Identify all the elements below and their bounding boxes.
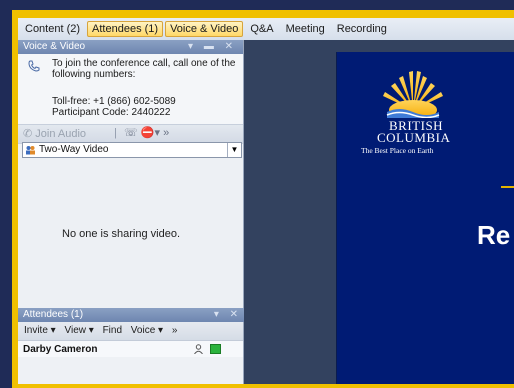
presenter-highlight-top (12, 10, 514, 18)
shared-slide: BRITISH COLUMBIA The Best Place on Earth… (336, 52, 514, 384)
presenter-highlight-bottom (12, 384, 514, 388)
voice-menu[interactable]: Voice ▾ (131, 325, 163, 336)
call-instructions: To join the conference call, call one of… (52, 58, 236, 80)
voice-video-title-label: Voice & Video (23, 41, 86, 52)
attendees-panel-title: Attendees (1) ▾ ✕ (18, 308, 248, 322)
menu-attendees[interactable]: Attendees (1) (87, 21, 164, 37)
window-left-border (0, 0, 12, 388)
bc-sun-logo (383, 71, 443, 118)
menu-voice-video[interactable]: Voice & Video (165, 21, 244, 37)
menu-content[interactable]: Content (2) (20, 21, 85, 37)
more-chevron-icon[interactable]: » (172, 325, 178, 336)
video-mode-select[interactable]: Two-Way Video ▼ (22, 142, 242, 158)
menu-meeting[interactable]: Meeting (281, 21, 330, 37)
invite-menu[interactable]: Invite ▾ (24, 325, 56, 336)
attendee-name: Darby Cameron (23, 344, 98, 355)
audio-toolbar: ✆ Join Audio | ☏ ⛔▾ » (18, 124, 243, 144)
join-audio-button[interactable]: ✆ Join Audio (23, 127, 86, 140)
mute-icon[interactable]: ⛔▾ (141, 127, 160, 139)
window-top-border (0, 0, 514, 10)
content-area: BRITISH COLUMBIA The Best Place on Earth… (244, 40, 514, 384)
gold-divider (501, 186, 514, 188)
chevron-down-icon[interactable]: ▼ (227, 143, 241, 157)
handset-settings-icon[interactable]: ☏ (124, 127, 138, 139)
status-indicator (210, 344, 221, 354)
menu-bar: Content (2) Attendees (1) Voice & Video … (18, 18, 514, 41)
logo-tagline: The Best Place on Earth (361, 146, 434, 155)
presenter-icon (194, 344, 203, 354)
attendees-panel-controls[interactable]: ▾ ✕ (214, 308, 242, 322)
view-menu[interactable]: View ▾ (64, 325, 93, 336)
attendees-toolbar: Invite ▾ View ▾ Find Voice ▾ » (18, 322, 243, 341)
logo-text-line2: COLUMBIA (377, 130, 451, 145)
no-video-message: No one is sharing video. (62, 228, 181, 240)
participant-code: Participant Code: 2440222 (52, 107, 171, 118)
app-window: Content (2) Attendees (1) Voice & Video … (0, 0, 514, 388)
toll-free-number: Toll-free: +1 (866) 602-5089 (52, 96, 176, 107)
video-mode-value: Two-Way Video (39, 144, 109, 155)
dial-info: Toll-free: +1 (866) 602-5089 Participant… (52, 96, 176, 118)
video-area: No one is sharing video. (18, 158, 243, 308)
panel-controls[interactable]: ▾ ▬ ✕ (188, 40, 237, 54)
menu-qa[interactable]: Q&A (245, 21, 278, 37)
people-icon (26, 146, 35, 155)
menu-recording[interactable]: Recording (332, 21, 392, 37)
slide-heading: Re (477, 220, 511, 250)
toolbar-divider: | (114, 127, 117, 139)
left-panel: Voice & Video ▾ ▬ ✕ To join the conferen… (18, 40, 248, 384)
phone-icon: ✆ (23, 128, 33, 140)
attendees-title-label: Attendees (1) (23, 309, 84, 320)
call-info: To join the conference call, call one of… (18, 54, 243, 124)
join-audio-label: Join Audio (35, 128, 87, 140)
more-chevron-icon[interactable]: » (163, 127, 169, 139)
voice-video-panel-title: Voice & Video ▾ ▬ ✕ (18, 40, 243, 54)
phone-icon (28, 60, 40, 72)
attendee-row[interactable]: Darby Cameron (18, 341, 243, 357)
audio-tools: ☏ ⛔▾ » (124, 126, 169, 139)
find-button[interactable]: Find (103, 325, 122, 336)
